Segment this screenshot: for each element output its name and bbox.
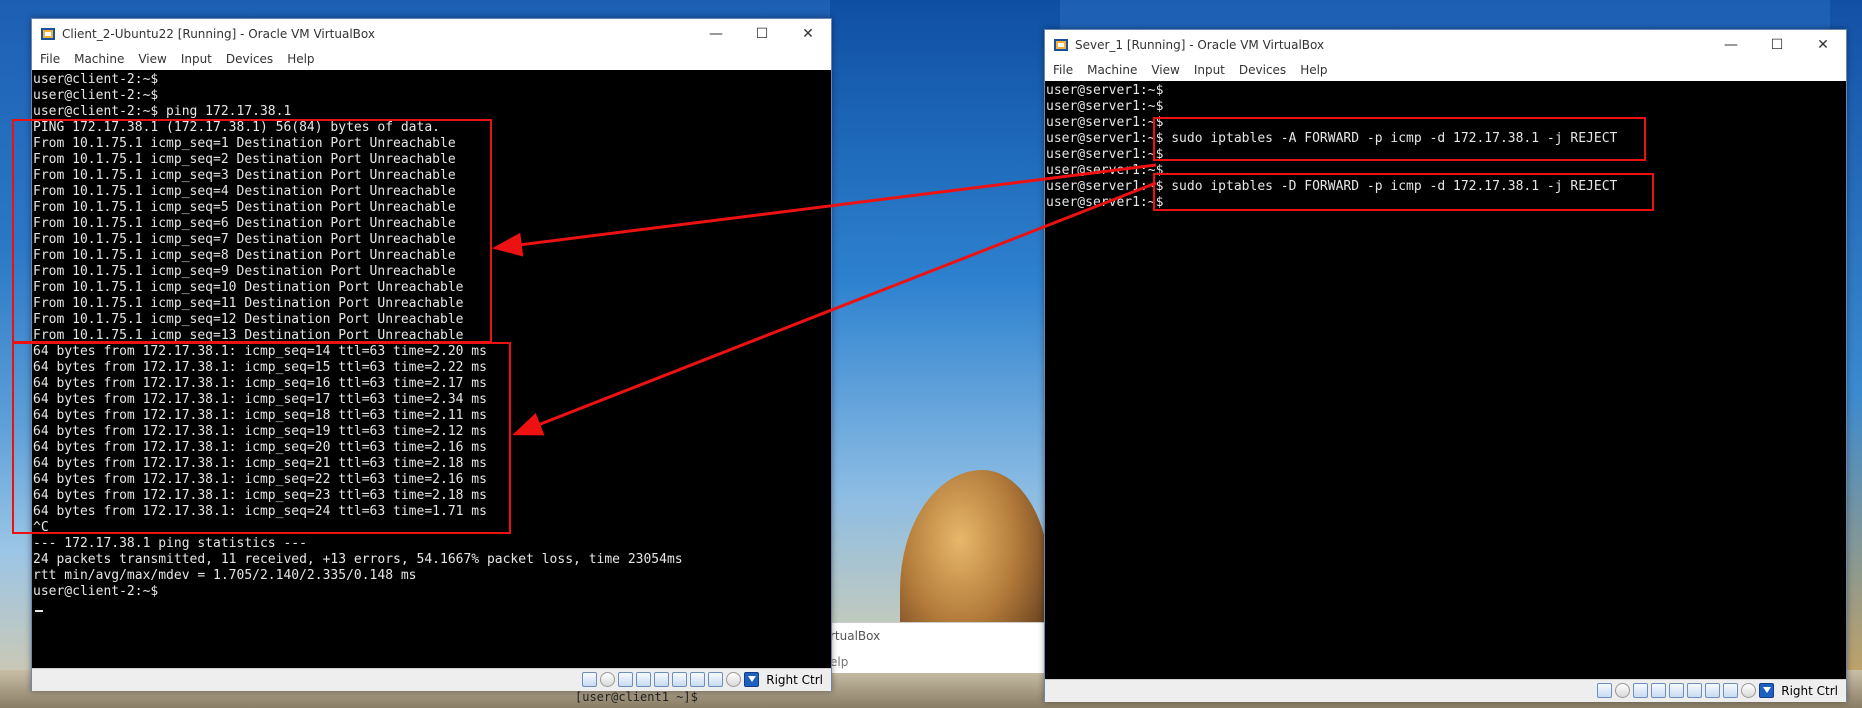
- annotation-arrows: [492, 163, 1157, 436]
- annotation-arrow-add-to-unreachable: [492, 163, 1157, 257]
- annotation-arrow-delete-to-replies: [512, 181, 1157, 436]
